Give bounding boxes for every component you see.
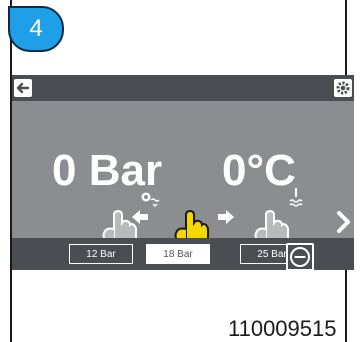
top-bar (12, 75, 354, 101)
temperature-reading: 0°C (222, 146, 296, 195)
preset-12-bar-button[interactable]: 12 Bar (69, 244, 133, 264)
minus-circle-icon (290, 247, 310, 267)
water-heater-icon (289, 188, 303, 207)
pump-icon (141, 192, 160, 207)
pressure-reading: 0 Bar (52, 146, 163, 195)
model-number: 110009515 (228, 316, 337, 341)
back-arrow-icon (16, 82, 30, 94)
back-button[interactable] (14, 79, 32, 97)
device-screen: 0 Bar 0°C 12 Bar 18 Bar 25 Bar (12, 75, 354, 271)
step-number: 4 (29, 15, 43, 42)
preset-18-bar-button[interactable]: 18 Bar (146, 244, 210, 264)
settings-gear-icon (336, 81, 350, 95)
chevron-right-icon[interactable] (336, 211, 352, 233)
settings-button[interactable] (334, 79, 352, 97)
minus-button[interactable] (286, 243, 314, 271)
step-badge: 4 (8, 6, 64, 52)
arrow-right-icon (218, 210, 234, 224)
